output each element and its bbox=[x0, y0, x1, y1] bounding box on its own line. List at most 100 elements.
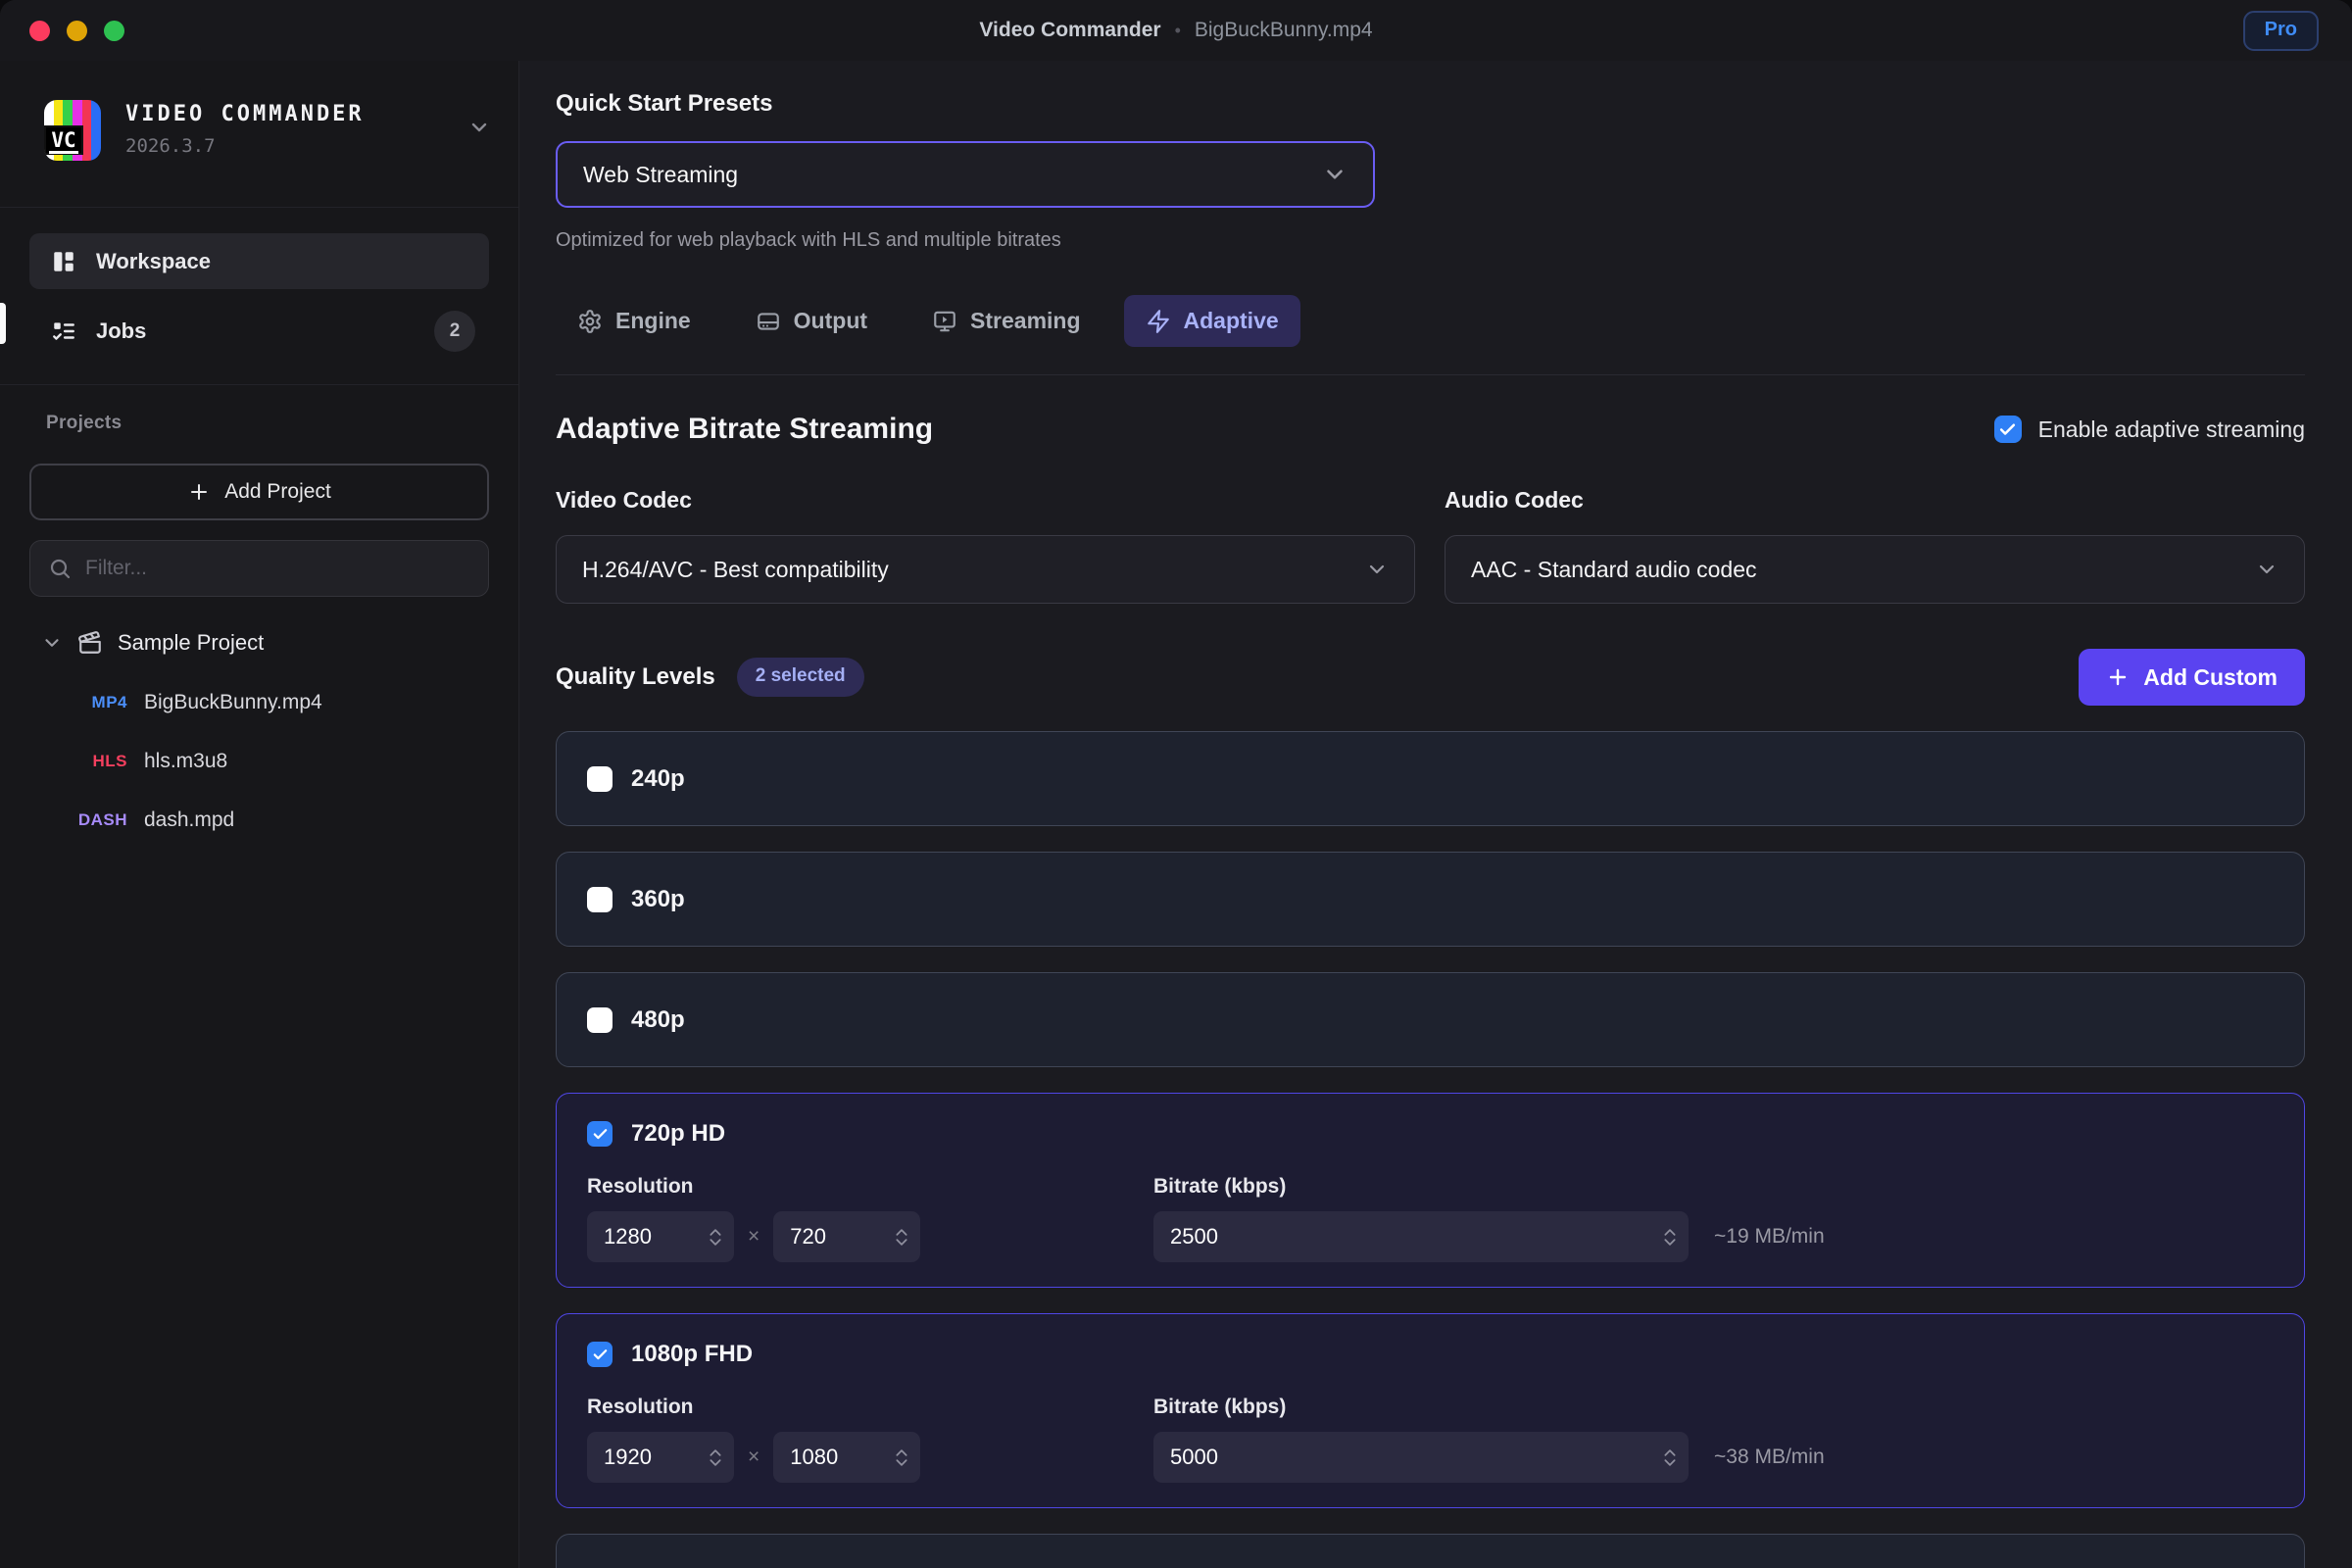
video-codec-label: Video Codec bbox=[556, 487, 1415, 514]
monitor-play-icon bbox=[932, 309, 957, 334]
height-input[interactable] bbox=[790, 1224, 895, 1250]
jobs-checklist-icon bbox=[51, 318, 76, 344]
tab-label: Output bbox=[794, 308, 867, 334]
enable-adaptive-toggle[interactable]: Enable adaptive streaming bbox=[1994, 416, 2305, 443]
enable-adaptive-label: Enable adaptive streaming bbox=[2038, 416, 2305, 443]
projects-label: Projects bbox=[29, 413, 489, 434]
project-tree: Sample Project MP4 BigBuckBunny.mp4 HLS … bbox=[0, 597, 518, 850]
stepper-arrows-icon[interactable] bbox=[709, 1228, 722, 1247]
height-stepper[interactable] bbox=[773, 1211, 920, 1262]
bitrate-stepper[interactable] bbox=[1153, 1211, 1689, 1262]
tab-output[interactable]: Output bbox=[734, 295, 889, 347]
times-symbol: × bbox=[748, 1225, 760, 1249]
video-codec-field: Video Codec H.264/AVC - Best compatibili… bbox=[556, 487, 1415, 604]
quality-checkbox[interactable] bbox=[587, 1121, 612, 1147]
resolution-label: Resolution bbox=[587, 1396, 1153, 1419]
sidebar-item-jobs[interactable]: Jobs 2 bbox=[29, 303, 489, 359]
quality-row-480p[interactable]: 480p bbox=[556, 972, 2305, 1067]
pro-badge: Pro bbox=[2243, 11, 2319, 51]
file-item[interactable]: DASH dash.mpd bbox=[41, 791, 489, 850]
title-bar: Video Commander•BigBuckBunny.mp4 Pro bbox=[0, 0, 2352, 61]
height-stepper[interactable] bbox=[773, 1432, 920, 1483]
sidebar-header[interactable]: VC VIDEO COMMANDER 2026.3.7 bbox=[0, 61, 518, 208]
quality-checkbox[interactable] bbox=[587, 887, 612, 912]
sidebar-item-label: Jobs bbox=[96, 318, 146, 344]
file-type-badge: DASH bbox=[41, 810, 127, 830]
enable-adaptive-checkbox[interactable] bbox=[1994, 416, 2022, 443]
chevron-down-icon[interactable] bbox=[467, 116, 491, 139]
sidebar-item-label: Workspace bbox=[96, 249, 211, 274]
sidebar-item-workspace[interactable]: Workspace bbox=[29, 233, 489, 289]
quality-row-360p[interactable]: 360p bbox=[556, 852, 2305, 947]
video-codec-select[interactable]: H.264/AVC - Best compatibility bbox=[556, 535, 1415, 604]
add-project-button[interactable]: Add Project bbox=[29, 464, 489, 520]
height-input[interactable] bbox=[790, 1445, 895, 1470]
tab-label: Adaptive bbox=[1184, 308, 1279, 334]
logo-vc-text: VC bbox=[44, 125, 83, 155]
stepper-arrows-icon[interactable] bbox=[895, 1448, 908, 1467]
width-input[interactable] bbox=[604, 1445, 709, 1470]
size-estimate: ~19 MB/min bbox=[1714, 1225, 1825, 1249]
audio-codec-label: Audio Codec bbox=[1445, 487, 2305, 514]
bitrate-stepper[interactable] bbox=[1153, 1432, 1689, 1483]
audio-codec-select[interactable]: AAC - Standard audio codec bbox=[1445, 535, 2305, 604]
file-type-badge: MP4 bbox=[41, 693, 127, 712]
project-tree-header[interactable]: Sample Project bbox=[41, 630, 489, 656]
times-symbol: × bbox=[748, 1446, 760, 1469]
plus-icon bbox=[2106, 665, 2130, 689]
app-name: VIDEO COMMANDER bbox=[125, 102, 365, 126]
add-custom-label: Add Custom bbox=[2143, 664, 2278, 691]
preset-select[interactable]: Web Streaming bbox=[556, 141, 1375, 208]
audio-codec-field: Audio Codec AAC - Standard audio codec bbox=[1445, 487, 2305, 604]
audio-codec-value: AAC - Standard audio codec bbox=[1471, 557, 2255, 583]
quality-checkbox[interactable] bbox=[587, 766, 612, 792]
bitrate-input[interactable] bbox=[1170, 1445, 1663, 1470]
file-type-badge: HLS bbox=[41, 752, 127, 771]
quality-checkbox[interactable] bbox=[587, 1342, 612, 1367]
file-name: hls.m3u8 bbox=[144, 750, 227, 773]
bitrate-label: Bitrate (kbps) bbox=[1153, 1175, 1825, 1199]
quality-row-1440p[interactable]: 1440p QHD bbox=[556, 1534, 2305, 1568]
add-project-label: Add Project bbox=[224, 480, 331, 504]
quality-row-720p[interactable]: 720p HD Resolution bbox=[556, 1093, 2305, 1288]
quality-level-label: 480p bbox=[631, 1006, 685, 1034]
app-logo: VC bbox=[44, 100, 101, 161]
document-name: BigBuckBunny.mp4 bbox=[1195, 19, 1373, 41]
filter-input[interactable] bbox=[85, 557, 470, 580]
file-item[interactable]: HLS hls.m3u8 bbox=[41, 732, 489, 791]
section-title: Adaptive Bitrate Streaming bbox=[556, 413, 933, 446]
quality-row-1080p[interactable]: 1080p FHD Resolution bbox=[556, 1313, 2305, 1508]
filter-input-box[interactable] bbox=[29, 540, 489, 597]
width-stepper[interactable] bbox=[587, 1211, 734, 1262]
stepper-arrows-icon[interactable] bbox=[895, 1228, 908, 1247]
selected-count-badge: 2 selected bbox=[737, 658, 864, 697]
width-stepper[interactable] bbox=[587, 1432, 734, 1483]
presets-heading: Quick Start Presets bbox=[556, 90, 2305, 118]
tab-streaming[interactable]: Streaming bbox=[910, 295, 1102, 347]
tab-label: Engine bbox=[615, 308, 691, 334]
app-title: Video Commander bbox=[979, 19, 1160, 41]
stepper-arrows-icon[interactable] bbox=[1663, 1228, 1677, 1247]
bitrate-input[interactable] bbox=[1170, 1224, 1663, 1250]
quality-level-label: 240p bbox=[631, 765, 685, 793]
chevron-down-icon bbox=[41, 632, 63, 654]
file-name: dash.mpd bbox=[144, 808, 234, 832]
sidebar: VC VIDEO COMMANDER 2026.3.7 Workspace bbox=[0, 61, 519, 1568]
width-input[interactable] bbox=[604, 1224, 709, 1250]
stepper-arrows-icon[interactable] bbox=[1663, 1448, 1677, 1467]
project-name: Sample Project bbox=[118, 630, 264, 656]
plus-icon bbox=[187, 480, 211, 504]
app-version: 2026.3.7 bbox=[125, 135, 365, 157]
file-item[interactable]: MP4 BigBuckBunny.mp4 bbox=[41, 673, 489, 732]
preset-help-text: Optimized for web playback with HLS and … bbox=[556, 229, 2305, 252]
tab-label: Streaming bbox=[970, 308, 1080, 334]
quality-checkbox[interactable] bbox=[587, 1007, 612, 1033]
add-custom-button[interactable]: Add Custom bbox=[2079, 649, 2305, 706]
tab-engine[interactable]: Engine bbox=[556, 295, 712, 347]
video-codec-value: H.264/AVC - Best compatibility bbox=[582, 557, 1365, 583]
quality-row-240p[interactable]: 240p bbox=[556, 731, 2305, 826]
stepper-arrows-icon[interactable] bbox=[709, 1448, 722, 1467]
gear-icon bbox=[577, 309, 603, 334]
jobs-count-badge: 2 bbox=[434, 311, 475, 352]
tab-adaptive[interactable]: Adaptive bbox=[1124, 295, 1300, 347]
